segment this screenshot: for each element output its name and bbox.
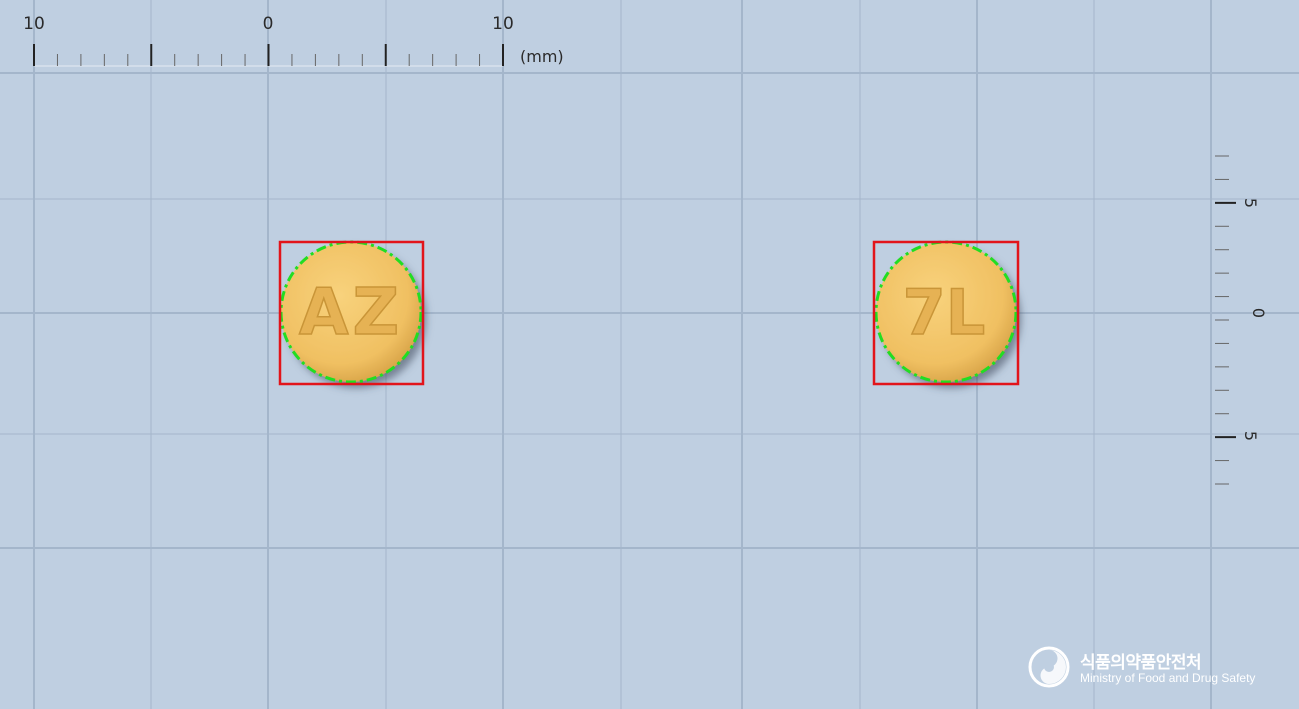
ruler-unit-label: (mm) bbox=[520, 47, 564, 66]
mfds-logo: 식품의약품안전처 Ministry of Food and Drug Safet… bbox=[1028, 646, 1278, 694]
pill-back-imprint: 7L bbox=[903, 276, 986, 349]
ruler-right-label-top: 5 bbox=[1241, 198, 1260, 208]
pill-back-view: 7L bbox=[872, 240, 1020, 386]
pill-front-view: AZ bbox=[278, 240, 425, 386]
mfds-emblem-icon bbox=[1028, 646, 1070, 688]
horizontal-ruler: 10 0 10 (mm) bbox=[23, 14, 564, 67]
vertical-ruler: 5 0 5 bbox=[1215, 155, 1268, 485]
ruler-right-label-bottom: 5 bbox=[1241, 431, 1260, 441]
ruler-top-label-left: 10 bbox=[23, 14, 45, 34]
measurement-grid bbox=[0, 0, 1299, 709]
mfds-korean-name: 식품의약품안전처 bbox=[1080, 653, 1202, 673]
ruler-right-label-zero: 0 bbox=[1249, 308, 1268, 318]
mfds-english-name: Ministry of Food and Drug Safety bbox=[1080, 671, 1256, 685]
ruler-top-label-right: 10 bbox=[492, 14, 514, 34]
pill-image-canvas: 10 0 10 (mm) 5 0 5 AZ 7L bbox=[0, 0, 1299, 709]
ruler-top-label-zero: 0 bbox=[263, 14, 274, 34]
pill-front-imprint: AZ bbox=[299, 276, 403, 350]
